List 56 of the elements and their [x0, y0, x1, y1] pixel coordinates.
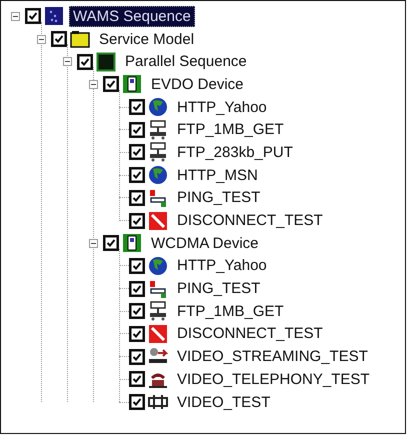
collapse-toggle[interactable] [89, 80, 98, 89]
collapse-toggle[interactable] [37, 34, 46, 44]
tree-item[interactable]: WAMS Sequence [69, 6, 195, 27]
checkbox[interactable] [77, 54, 93, 70]
tree-item[interactable]: PING_TEST [173, 187, 264, 208]
checkbox[interactable] [25, 8, 41, 24]
tree-item[interactable]: HTTP_MSN [173, 164, 262, 186]
phone-icon [122, 233, 142, 254]
globe-icon [148, 256, 168, 276]
collapse-toggle[interactable] [63, 57, 72, 66]
checkbox[interactable] [129, 394, 145, 410]
tree-item[interactable]: EVDO Device [147, 74, 248, 95]
tree-item[interactable]: Parallel Sequence [121, 51, 251, 72]
tree-item[interactable]: VIDEO_TEST [173, 392, 274, 413]
checkbox[interactable] [129, 122, 145, 138]
tree-item[interactable]: WCDMA Device [147, 232, 263, 254]
transfer-icon [148, 142, 168, 162]
sequence-icon [44, 6, 64, 26]
tree-item[interactable]: FTP_1MB_GET [173, 300, 288, 322]
tree-item[interactable]: VIDEO_TELEPHONY_TEST [173, 368, 374, 390]
checkbox[interactable] [129, 99, 145, 116]
tree-item[interactable]: Service Model [95, 28, 198, 50]
checkbox[interactable] [129, 144, 145, 160]
tree-item[interactable]: VIDEO_STREAMING_TEST [173, 346, 372, 368]
tree-item[interactable]: DISCONNECT_TEST [173, 210, 327, 232]
tree-item[interactable]: FTP_1MB_GET [173, 119, 288, 140]
checkbox[interactable] [129, 303, 145, 320]
globe-icon [148, 165, 168, 186]
network-icon [148, 188, 168, 208]
transfer-icon [148, 120, 168, 140]
globe-icon [148, 97, 168, 118]
checkbox[interactable] [51, 31, 67, 48]
square-icon [96, 52, 116, 72]
network-icon [148, 278, 168, 299]
folder-icon [70, 29, 90, 50]
checkbox[interactable] [129, 280, 145, 297]
transfer-icon [148, 301, 168, 322]
checkbox[interactable] [129, 371, 145, 388]
checkbox[interactable] [129, 167, 145, 184]
tree-item[interactable]: DISCONNECT_TEST [173, 323, 327, 344]
collapse-toggle[interactable] [89, 238, 98, 248]
checkbox[interactable] [129, 258, 145, 274]
collapse-toggle[interactable] [11, 12, 20, 21]
checkbox[interactable] [129, 326, 145, 342]
checkbox[interactable] [129, 190, 145, 206]
phone-icon [122, 74, 142, 94]
tree-item[interactable]: HTTP_Yahoo [173, 96, 271, 118]
disconnect-icon [148, 210, 168, 231]
disconnect-icon [148, 324, 168, 344]
checkbox[interactable] [129, 212, 145, 229]
tree-item[interactable]: HTTP_Yahoo [173, 255, 271, 276]
checkbox[interactable] [129, 348, 145, 365]
tree-item[interactable]: PING_TEST [173, 278, 264, 300]
tree-item[interactable]: FTP_283kb_PUT [173, 142, 297, 163]
checkbox[interactable] [103, 235, 119, 252]
checkbox[interactable] [103, 76, 119, 92]
